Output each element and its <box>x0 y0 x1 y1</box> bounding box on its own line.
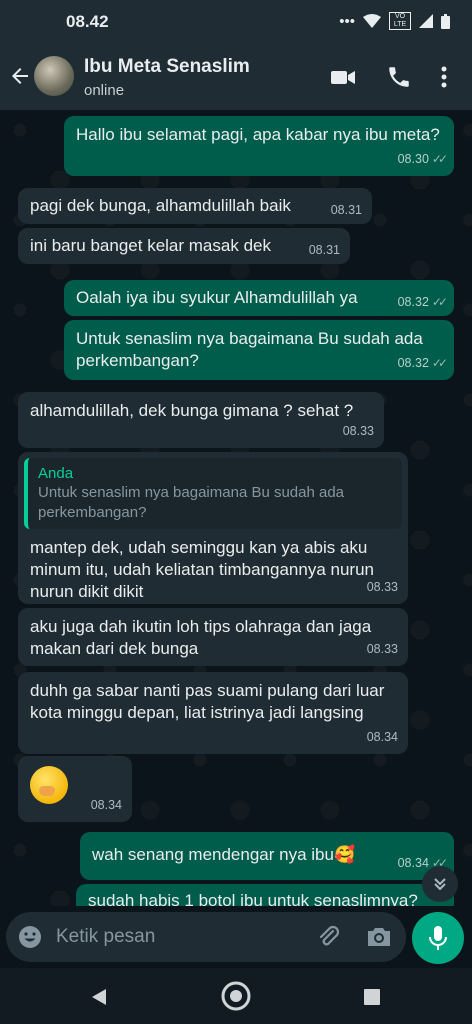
message-outgoing[interactable]: sudah habis 1 botol ibu untuk senaslimny… <box>76 884 454 906</box>
system-nav-bar <box>0 968 472 1024</box>
chat-area[interactable]: Hallo ibu selamat pagi, apa kabar nya ib… <box>0 110 472 906</box>
message-text: alhamdulillah, dek bunga gimana ? sehat … <box>30 401 354 420</box>
message-text: pagi dek bunga, alhamdulillah baik <box>30 196 291 215</box>
scroll-down-button[interactable] <box>422 866 458 902</box>
message-input-placeholder: Ketik pesan <box>56 926 156 947</box>
message-text: mantep dek, udah seminggu kan ya abis ak… <box>30 538 374 601</box>
camera-icon[interactable] <box>366 925 392 949</box>
more-vert-icon[interactable] <box>434 64 454 90</box>
read-receipt-icon: ✓✓ <box>431 295 448 309</box>
message-outgoing[interactable]: Oalah iya ibu syukur Alhamdulillah ya 08… <box>64 280 454 316</box>
hand-over-mouth-emoji-icon <box>30 766 68 804</box>
message-incoming[interactable]: aku juga dah ikutin loh tips olahraga da… <box>18 608 408 666</box>
video-call-icon[interactable] <box>330 64 356 90</box>
battery-icon <box>441 13 450 29</box>
message-time: 08.34 <box>366 730 398 744</box>
message-incoming[interactable]: alhamdulillah, dek bunga gimana ? sehat … <box>18 392 384 448</box>
nav-back-icon[interactable] <box>90 988 108 1006</box>
quote-text: Untuk senaslim nya bagaimana Bu sudah ad… <box>38 484 345 521</box>
message-text: ini baru banget kelar masak dek <box>30 236 271 255</box>
message-time: 08.32 <box>397 295 429 309</box>
message-time: 08.34 <box>90 798 122 812</box>
message-incoming-reply[interactable]: Anda Untuk senaslim nya bagaimana Bu sud… <box>18 452 408 604</box>
message-time: 08.30 <box>397 152 429 166</box>
message-text: Hallo ibu selamat pagi, apa kabar nya ib… <box>76 125 440 144</box>
message-meta: 08.32 ✓✓ <box>397 352 448 374</box>
message-outgoing[interactable]: wah senang mendengar nya ibu🥰 08.34 ✓✓ <box>80 832 454 880</box>
message-text: aku juga dah ikutin loh tips olahraga da… <box>30 617 372 658</box>
contact-name[interactable]: Ibu Meta Senaslim <box>84 56 250 78</box>
message-text: duhh ga sabar nanti pas suami pulang dar… <box>30 681 385 722</box>
message-input[interactable]: Ketik pesan <box>6 912 406 962</box>
message-text: Oalah iya ibu syukur Alhamdulillah ya <box>76 288 358 307</box>
wifi-icon <box>363 14 381 28</box>
message-meta: 08.32 ✓✓ <box>397 291 448 313</box>
quote-author: Anda <box>38 465 74 482</box>
message-incoming[interactable]: duhh ga sabar nanti pas suami pulang dar… <box>18 672 408 754</box>
signal-icon <box>419 14 433 28</box>
avatar[interactable] <box>34 56 74 96</box>
arrow-left-icon[interactable] <box>8 64 32 88</box>
message-time: 08.33 <box>366 580 398 594</box>
mic-icon <box>429 926 447 950</box>
message-time: 08.34 <box>397 856 429 870</box>
notification-dots-icon: ••• <box>339 12 355 30</box>
contact-status: online <box>84 82 125 99</box>
volte-badge: VO LTE <box>389 12 411 30</box>
nav-recents-icon[interactable] <box>364 989 380 1005</box>
status-time: 08.42 <box>66 12 109 31</box>
emoji-icon[interactable] <box>18 925 42 949</box>
chat-header: Ibu Meta Senaslim online <box>0 44 472 110</box>
mic-button[interactable] <box>412 912 464 964</box>
phone-icon[interactable] <box>386 64 412 90</box>
message-time: 08.31 <box>330 203 362 217</box>
message-text: Untuk senaslim nya bagaimana Bu sudah ad… <box>76 329 423 370</box>
message-time: 08.33 <box>366 642 398 656</box>
message-incoming[interactable]: pagi dek bunga, alhamdulillah baik 08.31 <box>18 188 372 224</box>
status-bar: 08.42 ••• VO LTE <box>0 0 472 44</box>
read-receipt-icon: ✓✓ <box>431 356 448 370</box>
quoted-message[interactable]: Anda Untuk senaslim nya bagaimana Bu sud… <box>24 458 402 529</box>
message-text: sudah habis 1 botol ibu untuk senaslimny… <box>88 891 418 906</box>
message-time: 08.31 <box>308 243 340 257</box>
message-meta: 08.30 ✓✓ <box>397 148 448 170</box>
paperclip-icon[interactable] <box>316 924 342 950</box>
message-outgoing[interactable]: Untuk senaslim nya bagaimana Bu sudah ad… <box>64 320 454 380</box>
message-incoming-emoji[interactable]: 08.34 <box>18 756 132 822</box>
status-icons: ••• VO LTE <box>339 12 450 30</box>
message-time: 08.32 <box>397 356 429 370</box>
nav-home-icon[interactable] <box>220 980 252 1012</box>
message-text: wah senang mendengar nya ibu🥰 <box>92 845 356 864</box>
message-incoming[interactable]: ini baru banget kelar masak dek 08.31 <box>18 228 350 264</box>
read-receipt-icon: ✓✓ <box>431 152 448 166</box>
chevron-double-down-icon <box>434 878 446 891</box>
composer-bar: Ketik pesan <box>0 906 472 968</box>
message-time: 08.33 <box>342 424 374 438</box>
message-outgoing[interactable]: Hallo ibu selamat pagi, apa kabar nya ib… <box>64 116 454 176</box>
